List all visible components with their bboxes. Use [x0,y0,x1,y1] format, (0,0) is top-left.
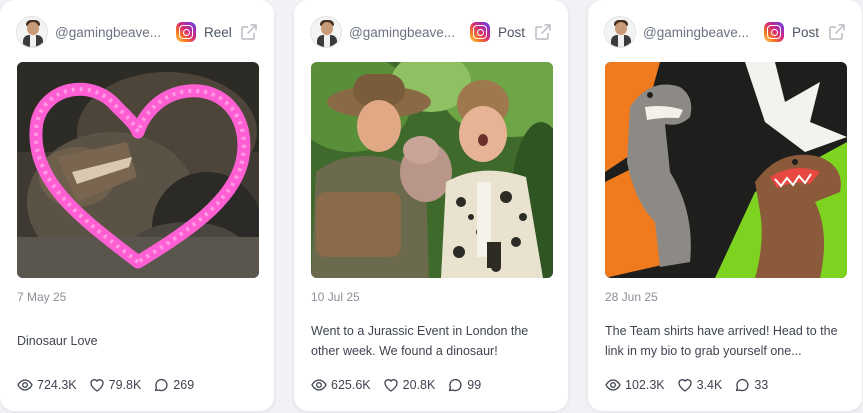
comments-stat: 33 [734,377,768,393]
card-header: @gamingbeave... Post [310,15,552,49]
views-count: 102.3K [625,378,665,392]
post-image-team-shirt-dinosaurs[interactable] [605,62,847,278]
post-date: 28 Jun 25 [605,290,658,304]
instagram-icon [764,22,784,42]
likes-stat: 79.8K [89,377,142,393]
heart-icon [89,379,104,392]
post-card[interactable]: @gamingbeave... Reel 7 May 25 Dinosaur L… [0,0,274,411]
comment-icon [449,378,462,392]
instagram-icon [470,22,490,42]
card-header: @gamingbeave... Post [604,15,846,49]
heart-icon [383,379,398,392]
likes-count: 3.4K [696,378,723,392]
post-type-label: Post [792,24,820,40]
post-image-dinosaur-heart[interactable] [17,62,259,278]
eye-icon [17,379,33,391]
heart-icon [677,379,692,392]
views-count: 625.6K [331,378,371,392]
post-image-jurassic-event[interactable] [311,62,553,278]
comment-icon [736,378,749,392]
post-caption: Went to a Jurassic Event in London the o… [311,324,529,358]
comments-count: 33 [754,378,769,392]
eye-icon [311,379,327,391]
comments-stat: 99 [447,377,481,393]
post-type-label: Post [498,24,526,40]
comments-stat: 269 [153,377,194,393]
likes-count: 79.8K [108,378,142,392]
views-count: 724.3K [37,378,77,392]
post-stats: 724.3K 79.8K 269 [17,376,206,394]
external-link-icon[interactable] [534,23,552,41]
post-type-label: Reel [204,24,232,40]
avatar[interactable] [604,16,636,48]
external-link-icon[interactable] [828,23,846,41]
views-stat: 102.3K [605,377,665,393]
comments-count: 99 [467,378,482,392]
comments-count: 269 [173,378,195,392]
likes-count: 20.8K [402,378,436,392]
comment-icon [155,378,168,392]
likes-stat: 3.4K [677,377,723,393]
post-date: 10 Jul 25 [311,290,360,304]
external-link-icon[interactable] [240,23,258,41]
post-card[interactable]: @gamingbeave... Post 10 Jul 25 Went to a… [294,0,568,411]
instagram-icon [176,22,196,42]
card-header: @gamingbeave... Reel [16,15,258,49]
avatar[interactable] [16,16,48,48]
views-stat: 724.3K [17,377,77,393]
views-stat: 625.6K [311,377,371,393]
account-handle[interactable]: @gamingbeave... [55,25,169,40]
account-handle[interactable]: @gamingbeave... [349,25,463,40]
post-card[interactable]: @gamingbeave... Post 28 Jun 25 The Team … [588,0,862,411]
post-date: 7 May 25 [17,290,67,304]
post-caption: Dinosaur Love [17,334,98,348]
account-handle[interactable]: @gamingbeave... [643,25,757,40]
post-stats: 625.6K 20.8K 99 [311,376,493,394]
avatar[interactable] [310,16,342,48]
post-stats: 102.3K 3.4K 33 [605,376,780,394]
eye-icon [605,379,621,391]
likes-stat: 20.8K [383,377,436,393]
post-caption: The Team shirts have arrived! Head to th… [605,324,838,358]
